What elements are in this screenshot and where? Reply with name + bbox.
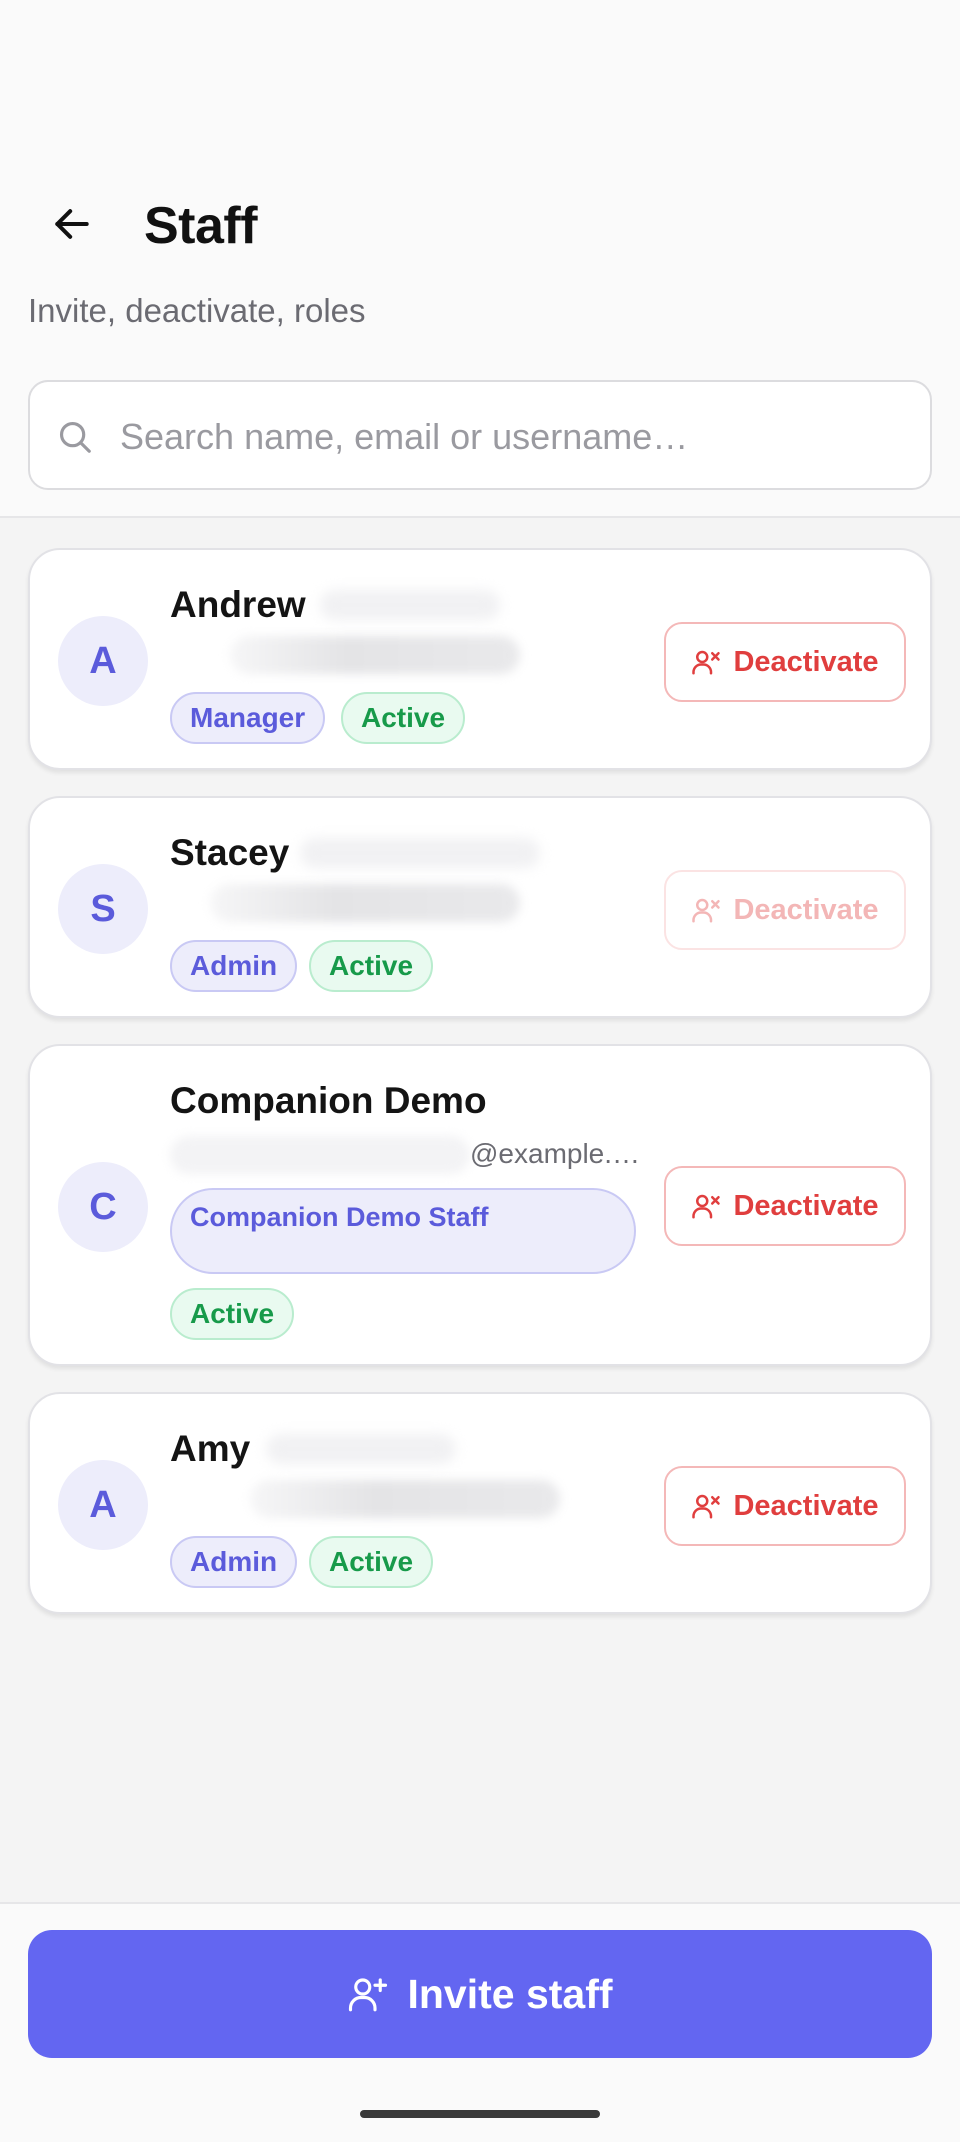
avatar: S xyxy=(58,864,148,954)
deactivate-button[interactable]: Deactivate xyxy=(664,870,906,950)
deactivate-label: Deactivate xyxy=(733,1189,879,1222)
staff-card: A Amy Admin Active Deactivate xyxy=(28,1392,932,1614)
staff-name: Companion Demo xyxy=(170,1080,487,1121)
staff-email xyxy=(170,882,530,926)
user-x-icon xyxy=(692,1494,721,1519)
arrow-left-icon xyxy=(55,209,89,239)
redacted-email xyxy=(210,884,520,922)
staff-name: Stacey xyxy=(170,832,290,873)
deactivate-button[interactable]: Deactivate xyxy=(664,1166,906,1246)
staff-card: C Companion Demo @example.… Companion De… xyxy=(28,1044,932,1366)
search-icon xyxy=(59,421,91,453)
redacted-email xyxy=(250,1480,560,1518)
status-badge: Active xyxy=(341,692,466,744)
user-x-icon xyxy=(692,1194,721,1219)
status-badge: Active xyxy=(309,940,434,992)
staff-name: Andrew xyxy=(170,584,306,625)
avatar: A xyxy=(58,1460,148,1550)
search-input[interactable] xyxy=(120,402,910,472)
staff-email xyxy=(170,1478,570,1522)
avatar: C xyxy=(58,1162,148,1252)
deactivate-button[interactable]: Deactivate xyxy=(664,1466,906,1546)
search-box[interactable] xyxy=(28,380,932,490)
back-button[interactable] xyxy=(38,190,106,258)
staff-name: Amy xyxy=(170,1428,251,1469)
invite-staff-label: Invite staff xyxy=(407,1970,613,2017)
home-indicator[interactable] xyxy=(360,2110,600,2118)
status-badge: Active xyxy=(309,1536,434,1588)
redacted-email xyxy=(170,1136,470,1174)
redacted-name xyxy=(266,1434,456,1464)
deactivate-label: Deactivate xyxy=(733,893,879,926)
page-header: Staff Invite, deactivate, roles xyxy=(0,0,960,518)
deactivate-label: Deactivate xyxy=(733,645,879,678)
deactivate-button[interactable]: Deactivate xyxy=(664,622,906,702)
staff-email-domain: @example.… xyxy=(470,1138,641,1169)
avatar: A xyxy=(58,616,148,706)
user-x-icon xyxy=(692,898,721,923)
invite-staff-button[interactable]: Invite staff xyxy=(28,1930,932,2058)
status-badge: Active xyxy=(170,1288,295,1340)
page-title: Staff xyxy=(144,197,258,255)
user-x-icon xyxy=(692,650,721,675)
redacted-name xyxy=(300,838,540,868)
page-subtitle: Invite, deactivate, roles xyxy=(28,292,366,329)
role-badge: Admin xyxy=(170,1536,298,1588)
deactivate-label: Deactivate xyxy=(733,1489,879,1522)
staff-email: @example.… xyxy=(170,1134,640,1178)
role-badge: Manager xyxy=(170,692,326,744)
staff-card: A Andrew Manager Active Deactivate xyxy=(28,548,932,770)
redacted-name xyxy=(320,590,500,620)
role-badge: Admin xyxy=(170,940,298,992)
user-plus-icon xyxy=(349,1978,388,2012)
role-badge: Companion Demo Staff xyxy=(170,1188,636,1274)
staff-card: S Stacey Admin Active Deactivate xyxy=(28,796,932,1018)
staff-email xyxy=(170,634,530,678)
redacted-email xyxy=(230,636,520,674)
